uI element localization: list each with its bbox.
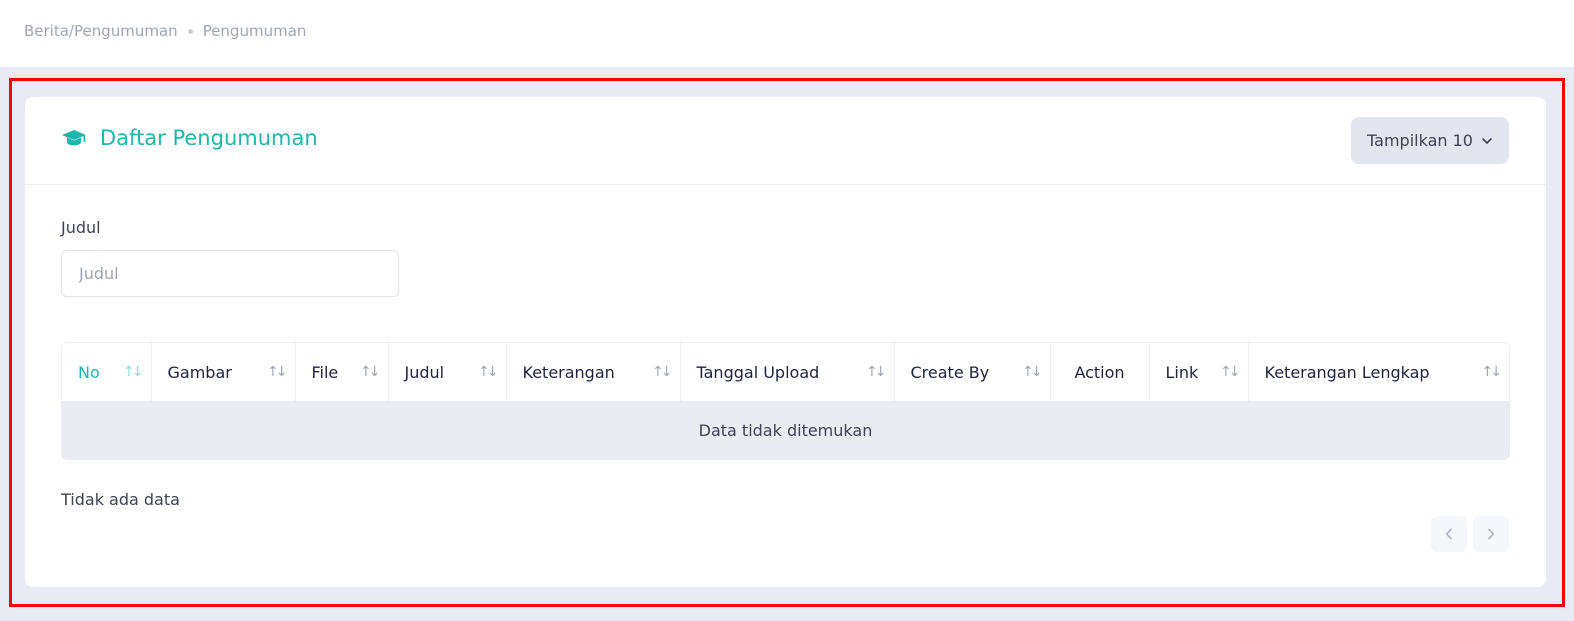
column-header-create-by[interactable]: Create By ↑↓ <box>894 343 1051 401</box>
column-header-judul[interactable]: Judul ↑↓ <box>388 343 507 401</box>
page-size-label: Tampilkan 10 <box>1367 131 1473 150</box>
breadcrumb-parent[interactable]: Berita/Pengumuman <box>24 22 178 40</box>
breadcrumb-separator-dot <box>187 28 193 34</box>
breadcrumb: Berita/Pengumuman Pengumuman <box>24 22 306 40</box>
column-header-label: Gambar <box>167 362 232 382</box>
judul-filter-label: Judul <box>61 218 101 237</box>
table-header-row: No ↑↓ Gambar ↑↓ File ↑↓ Judul ↑↓ Keteran… <box>62 343 1509 401</box>
column-header-link[interactable]: Link ↑↓ <box>1149 343 1249 401</box>
empty-message: Data tidak ditemukan <box>62 401 1509 459</box>
chevron-left-icon <box>1445 528 1452 540</box>
column-header-label: Tanggal Upload <box>696 362 820 382</box>
page-size-dropdown-button[interactable]: Tampilkan 10 <box>1351 117 1509 164</box>
column-header-label: Create By <box>910 362 990 382</box>
column-header-label: Judul <box>404 362 445 382</box>
sort-icon: ↑↓ <box>267 364 288 380</box>
column-header-keterangan-lengkap[interactable]: Keterangan Lengkap ↑↓ <box>1248 343 1509 401</box>
sort-icon: ↑↓ <box>652 364 673 380</box>
column-header-label: No <box>78 362 100 382</box>
breadcrumb-current: Pengumuman <box>202 22 307 40</box>
column-header-label: Keterangan <box>522 362 615 382</box>
pagination <box>1431 516 1509 552</box>
sort-icon: ↑↓ <box>866 364 887 380</box>
next-page-button[interactable] <box>1473 516 1509 552</box>
sort-icon: ↑↓ <box>1220 364 1241 380</box>
pagination-info: Tidak ada data <box>61 490 180 509</box>
column-header-tanggal-upload[interactable]: Tanggal Upload ↑↓ <box>680 343 895 401</box>
sort-icon: ↑↓ <box>123 364 144 380</box>
top-bar: Berita/Pengumuman Pengumuman <box>0 0 1574 67</box>
column-header-keterangan[interactable]: Keterangan ↑↓ <box>506 343 681 401</box>
column-header-label: Link <box>1165 362 1199 382</box>
sort-icon: ↑↓ <box>1481 364 1503 380</box>
column-header-no[interactable]: No ↑↓ <box>62 343 152 401</box>
card-title: Daftar Pengumuman <box>61 126 318 150</box>
column-header-gambar[interactable]: Gambar ↑↓ <box>151 343 296 401</box>
sort-icon: ↑↓ <box>1022 364 1043 380</box>
chevron-down-icon <box>1482 137 1492 144</box>
column-header-file[interactable]: File ↑↓ <box>295 343 389 401</box>
sort-icon: ↑↓ <box>478 364 499 380</box>
previous-page-button[interactable] <box>1431 516 1467 552</box>
card-header: Daftar Pengumuman Tampilkan 10 <box>25 97 1546 185</box>
judul-filter-input[interactable] <box>61 250 399 297</box>
announcement-table: No ↑↓ Gambar ↑↓ File ↑↓ Judul ↑↓ Keteran… <box>61 342 1510 460</box>
chevron-right-icon <box>1488 528 1495 540</box>
column-header-label: Action <box>1074 362 1125 382</box>
announcement-card: Daftar Pengumuman Tampilkan 10 Judul Jud… <box>25 97 1546 587</box>
graduation-cap-icon <box>62 130 86 146</box>
empty-row: Data tidak ditemukan <box>62 401 1509 459</box>
column-header-label: File <box>311 362 339 382</box>
column-header-label: Keterangan Lengkap <box>1264 362 1430 382</box>
page-title: Daftar Pengumuman <box>100 126 318 150</box>
column-header-action: Action <box>1050 343 1150 401</box>
sort-icon: ↑↓ <box>360 364 381 380</box>
